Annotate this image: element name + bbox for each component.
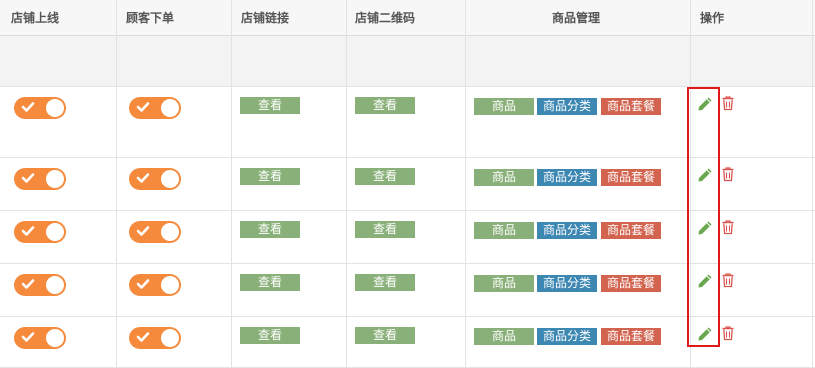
view-link-button[interactable]: 查看 [240,327,300,344]
trash-icon[interactable] [720,325,736,341]
view-qrcode-button[interactable]: 查看 [355,274,415,291]
goods-button[interactable]: 商品 [474,275,534,292]
view-link-button[interactable]: 查看 [240,221,300,238]
toggle-knob [161,170,179,188]
pencil-icon[interactable] [697,167,713,183]
customer-order-toggle[interactable] [129,274,181,296]
toggle-knob [46,99,64,117]
toggle-knob [161,99,179,117]
column-divider [346,0,347,368]
toggle-knob [161,329,179,347]
goods-category-button[interactable]: 商品分类 [537,222,597,239]
trash-icon[interactable] [720,219,736,235]
goods-button[interactable]: 商品 [474,169,534,186]
pencil-icon[interactable] [697,96,713,112]
trash-icon[interactable] [720,272,736,288]
toggle-knob [46,329,64,347]
goods-category-button[interactable]: 商品分类 [537,328,597,345]
table-header: 店铺上线 顾客下单 店铺链接 店铺二维码 商品管理 操作 [0,0,815,36]
col-header-actions: 操作 [700,11,725,25]
goods-package-button[interactable]: 商品套餐 [601,98,661,115]
check-icon [136,332,150,342]
col-header-shop-link: 店铺链接 [241,11,290,25]
col-header-shop-qrcode: 店铺二维码 [355,11,416,25]
col-header-shop-online: 店铺上线 [11,11,60,25]
check-icon [21,226,35,236]
column-divider [812,0,813,368]
check-icon [136,173,150,183]
toggle-knob [46,276,64,294]
trash-icon[interactable] [720,166,736,182]
goods-button[interactable]: 商品 [474,98,534,115]
shop-online-toggle[interactable] [14,327,66,349]
goods-category-button[interactable]: 商品分类 [537,169,597,186]
goods-category-button[interactable]: 商品分类 [537,98,597,115]
shop-online-toggle[interactable] [14,168,66,190]
table-row: 查看 查看 商品 商品分类 商品套餐 [0,211,815,264]
check-icon [21,173,35,183]
customer-order-toggle[interactable] [129,221,181,243]
col-header-customer-order: 顾客下单 [126,11,175,25]
check-icon [21,332,35,342]
column-divider [465,0,466,368]
check-icon [136,226,150,236]
toggle-knob [161,223,179,241]
shop-online-toggle[interactable] [14,221,66,243]
toggle-knob [46,223,64,241]
column-divider [690,0,691,368]
view-qrcode-button[interactable]: 查看 [355,97,415,114]
table-row: 查看 查看 商品 商品分类 商品套餐 [0,87,815,158]
view-link-button[interactable]: 查看 [240,168,300,185]
empty-row [0,36,815,87]
column-divider [231,0,232,368]
view-qrcode-button[interactable]: 查看 [355,221,415,238]
goods-package-button[interactable]: 商品套餐 [601,169,661,186]
toggle-knob [161,276,179,294]
goods-package-button[interactable]: 商品套餐 [601,222,661,239]
check-icon [21,279,35,289]
column-divider [116,0,117,368]
pencil-icon[interactable] [697,220,713,236]
pencil-icon[interactable] [697,326,713,342]
goods-package-button[interactable]: 商品套餐 [601,328,661,345]
view-qrcode-button[interactable]: 查看 [355,168,415,185]
shop-online-toggle[interactable] [14,97,66,119]
table-row: 查看 查看 商品 商品分类 商品套餐 [0,158,815,211]
toggle-knob [46,170,64,188]
customer-order-toggle[interactable] [129,97,181,119]
table-row: 查看 查看 商品 商品分类 商品套餐 [0,317,815,368]
trash-icon[interactable] [720,95,736,111]
shop-table: 店铺上线 顾客下单 店铺链接 店铺二维码 商品管理 操作 查看 查看 商品 商品分类商… [0,0,815,368]
customer-order-toggle[interactable] [129,168,181,190]
goods-category-button[interactable]: 商品分类 [537,275,597,292]
view-link-button[interactable]: 查看 [240,97,300,114]
shop-online-toggle[interactable] [14,274,66,296]
check-icon [21,102,35,112]
view-qrcode-button[interactable]: 查看 [355,327,415,344]
goods-button[interactable]: 商品 [474,222,534,239]
table-row: 查看 查看 商品 商品分类 商品套餐 [0,264,815,317]
pencil-icon[interactable] [697,273,713,289]
customer-order-toggle[interactable] [129,327,181,349]
view-link-button[interactable]: 查看 [240,274,300,291]
col-header-goods-manage: 商品管理 [552,11,601,25]
goods-button[interactable]: 商品 [474,328,534,345]
check-icon [136,279,150,289]
goods-package-button[interactable]: 商品套餐 [601,275,661,292]
check-icon [136,102,150,112]
